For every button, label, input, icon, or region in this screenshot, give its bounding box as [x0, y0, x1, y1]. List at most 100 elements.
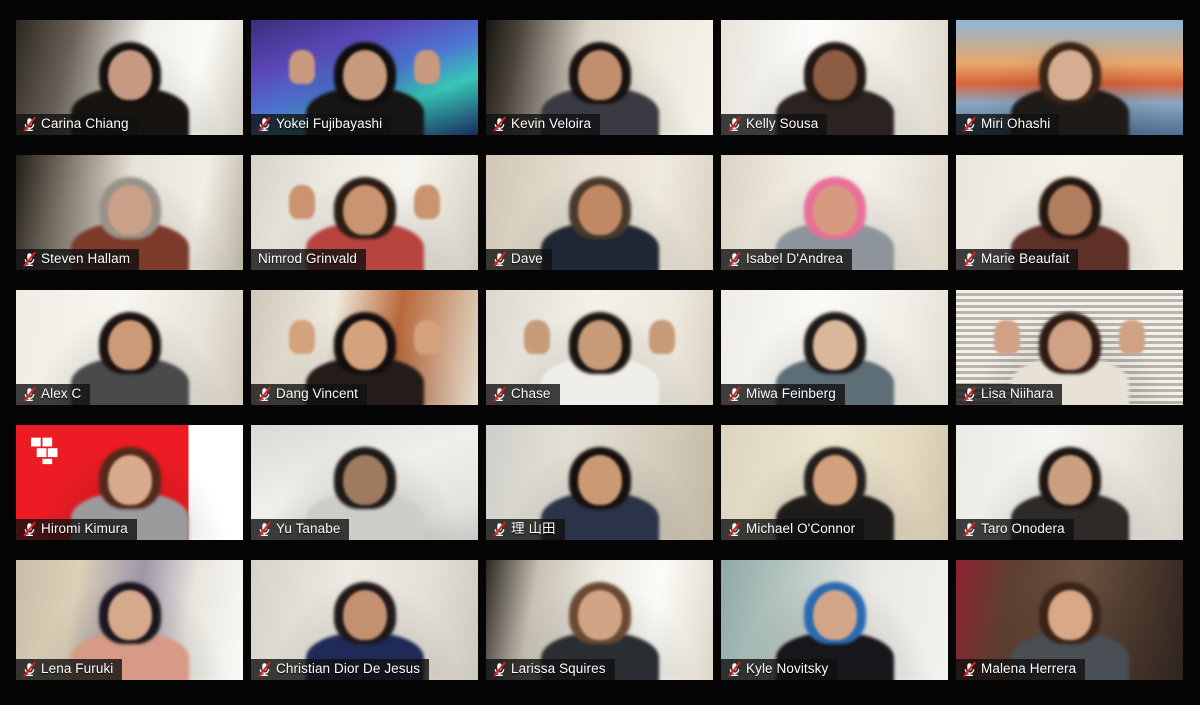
participant-face — [107, 50, 152, 100]
participant-tile[interactable]: Lena Furuki — [16, 560, 243, 680]
microphone-muted-icon — [728, 386, 741, 402]
participant-tile[interactable]: Hiromi Kimura — [16, 425, 243, 540]
participant-face — [577, 185, 622, 235]
participant-face — [577, 320, 622, 370]
participant-tile[interactable]: Nimrod Grinvald — [251, 155, 478, 270]
participant-tile[interactable]: Taro Onodera — [956, 425, 1183, 540]
participant-face — [812, 50, 857, 100]
participant-name-label: 理 山田 — [511, 521, 556, 536]
microphone-muted-icon — [728, 521, 741, 537]
participant-tile[interactable]: Malena Herrera — [956, 560, 1183, 680]
participant-face — [1047, 590, 1092, 640]
participant-face — [342, 185, 387, 235]
participant-name-label: Dave — [511, 251, 543, 266]
participant-tile[interactable]: Alex C — [16, 290, 243, 405]
participant-name-label: Nimrod Grinvald — [258, 251, 358, 266]
participant-tile[interactable]: Kevin Veloira — [486, 20, 713, 135]
participant-name-bar: Chase — [486, 384, 560, 405]
participant-gallery-grid: Carina Chiang Yokei Fujibayashi Kevin Velo… — [0, 0, 1200, 705]
participant-face — [1047, 50, 1092, 100]
participant-tile[interactable]: Michael O'Connor — [721, 425, 948, 540]
participant-face — [342, 455, 387, 505]
microphone-muted-icon — [258, 116, 271, 132]
raised-hand-left — [289, 320, 315, 354]
participant-tile[interactable]: Kelly Sousa — [721, 20, 948, 135]
participant-name-label: Kyle Novitsky — [746, 661, 829, 676]
participant-tile[interactable]: Kyle Novitsky — [721, 560, 948, 680]
participant-name-bar: Taro Onodera — [956, 519, 1074, 540]
participant-name-bar: Isabel D'Andrea — [721, 249, 853, 270]
participant-name-bar: Steven Hallam — [16, 249, 140, 270]
participant-name-label: Marie Beaufait — [981, 251, 1070, 266]
raised-hand-left — [524, 320, 550, 354]
participant-name-label: Yokei Fujibayashi — [276, 116, 383, 131]
raised-hand-right — [414, 50, 440, 84]
participant-name-label: Isabel D'Andrea — [746, 251, 844, 266]
microphone-muted-icon — [728, 116, 741, 132]
participant-name-bar: Miwa Feinberg — [721, 384, 845, 405]
participant-name-bar: Christian Dior De Jesus — [251, 659, 430, 680]
participant-tile[interactable]: Yu Tanabe — [251, 425, 478, 540]
participant-tile[interactable]: Miwa Feinberg — [721, 290, 948, 405]
participant-name-bar: Malena Herrera — [956, 659, 1086, 680]
microphone-muted-icon — [493, 661, 506, 677]
participant-name-label: Lena Furuki — [41, 661, 114, 676]
participant-face — [342, 50, 387, 100]
participant-tile[interactable]: Steven Hallam — [16, 155, 243, 270]
participant-name-bar: Kelly Sousa — [721, 114, 828, 135]
participant-name-label: Christian Dior De Jesus — [276, 661, 421, 676]
raised-hand-right — [1119, 320, 1145, 354]
participant-name-label: Yu Tanabe — [276, 521, 341, 536]
microphone-muted-icon — [258, 521, 271, 537]
microphone-muted-icon — [23, 116, 36, 132]
participant-face — [107, 185, 152, 235]
participant-name-bar: Nimrod Grinvald — [251, 249, 367, 270]
participant-tile[interactable]: Larissa Squires — [486, 560, 713, 680]
participant-name-bar: Yokei Fujibayashi — [251, 114, 392, 135]
participant-tile[interactable]: 理 山田 — [486, 425, 713, 540]
participant-name-label: Malena Herrera — [981, 661, 1077, 676]
participant-name-bar: Carina Chiang — [16, 114, 138, 135]
participant-tile[interactable]: Lisa Niihara — [956, 290, 1183, 405]
participant-tile[interactable]: Isabel D'Andrea — [721, 155, 948, 270]
participant-name-bar: Lena Furuki — [16, 659, 123, 680]
participant-name-bar: Alex C — [16, 384, 91, 405]
participant-tile[interactable]: Chase — [486, 290, 713, 405]
participant-name-label: Miwa Feinberg — [746, 386, 836, 401]
raised-hand-right — [649, 320, 675, 354]
participant-tile[interactable]: Carina Chiang — [16, 20, 243, 135]
participant-face — [812, 185, 857, 235]
participant-face — [812, 320, 857, 370]
microphone-muted-icon — [963, 386, 976, 402]
participant-face — [577, 455, 622, 505]
microphone-muted-icon — [493, 116, 506, 132]
participant-tile[interactable]: Dave — [486, 155, 713, 270]
participant-face — [107, 590, 152, 640]
microphone-muted-icon — [258, 661, 271, 677]
participant-tile[interactable]: Christian Dior De Jesus — [251, 560, 478, 680]
participant-name-bar: Yu Tanabe — [251, 519, 350, 540]
raised-hand-left — [289, 185, 315, 219]
participant-name-label: Kevin Veloira — [511, 116, 592, 131]
participant-name-label: Dang Vincent — [276, 386, 359, 401]
participant-name-bar: Kyle Novitsky — [721, 659, 838, 680]
participant-tile[interactable]: Miri Ohashi — [956, 20, 1183, 135]
participant-face — [812, 590, 857, 640]
participant-tile[interactable]: Marie Beaufait — [956, 155, 1183, 270]
participant-face — [1047, 320, 1092, 370]
participant-name-bar: Michael O'Connor — [721, 519, 865, 540]
participant-tile[interactable]: Yokei Fujibayashi — [251, 20, 478, 135]
raised-hand-left — [289, 50, 315, 84]
microphone-muted-icon — [493, 386, 506, 402]
participant-face — [1047, 455, 1092, 505]
raised-hand-right — [414, 320, 440, 354]
microphone-muted-icon — [963, 116, 976, 132]
participant-name-label: Alex C — [41, 386, 82, 401]
microphone-muted-icon — [23, 251, 36, 267]
participant-name-bar: Kevin Veloira — [486, 114, 601, 135]
raised-hand-right — [414, 185, 440, 219]
participant-name-bar: Marie Beaufait — [956, 249, 1079, 270]
participant-tile[interactable]: Dang Vincent — [251, 290, 478, 405]
box-logo-icon — [31, 437, 58, 465]
participant-name-label: Taro Onodera — [981, 521, 1065, 536]
